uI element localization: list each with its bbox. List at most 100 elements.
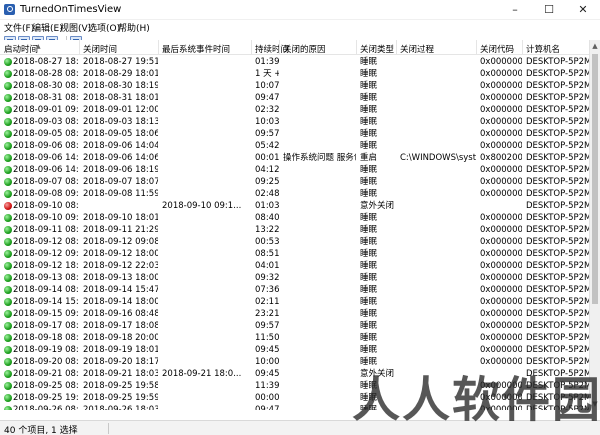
cell-end-time: 2018-09-12 18:00:58 [83, 249, 158, 259]
table-row[interactable]: 2018-09-03 08:10:56 2018-09-03 18:13:59 10… [0, 116, 589, 128]
status-green-icon [4, 310, 12, 318]
menu-file[interactable]: 文件(F) [4, 21, 34, 34]
cell-duration: 10:00:41 [255, 357, 279, 367]
cell-code: 0x00000000 [480, 117, 522, 127]
cell-last-event [162, 80, 251, 92]
cell-process [400, 260, 476, 272]
column-divider[interactable] [251, 40, 252, 55]
status-green-icon [4, 394, 12, 402]
close-icon[interactable]: ✕ [566, 0, 600, 20]
column-divider[interactable] [476, 40, 477, 55]
table-row[interactable]: 2018-09-06 08:21:14 2018-09-06 14:04:09 05… [0, 140, 589, 152]
table-row[interactable]: 2018-09-12 18:01:47 2018-09-12 22:03:14 04… [0, 260, 589, 272]
status-green-icon [4, 274, 12, 282]
table-row[interactable]: 2018-09-17 08:11:17 2018-09-17 18:08:33 09… [0, 320, 589, 332]
header-reason[interactable]: 关闭的原因 [283, 43, 326, 55]
status-green-icon [4, 190, 12, 198]
table-row[interactable]: 2018-08-27 18:11:40 2018-08-27 19:51:16 01… [0, 56, 589, 68]
cell-code: 0x00000000 [480, 165, 522, 175]
cell-end-time: 2018-08-31 18:01:13 [83, 93, 158, 103]
cell-end-time: 2018-09-25 19:59:56 [83, 393, 158, 403]
cell-type: 睡眠 [360, 81, 378, 91]
table-row[interactable]: 2018-09-06 14:04:42 2018-09-06 14:06:39 00… [0, 152, 589, 164]
table-row[interactable]: 2018-09-05 08:09:14 2018-09-05 18:06:23 09… [0, 128, 589, 140]
table-row[interactable]: 2018-09-07 08:41:43 2018-09-07 18:07:39 09… [0, 176, 589, 188]
cell-type: 睡眠 [360, 321, 378, 331]
cell-end-time: 2018-09-18 20:00:51 [83, 333, 158, 343]
table-row[interactable]: 2018-09-14 08:11:54 2018-09-14 15:47:59 07… [0, 284, 589, 296]
table-row[interactable]: 2018-09-10 08:16:11 2018-09-10 09:1... 01:… [0, 200, 589, 212]
table-row[interactable]: 2018-09-12 08:15:18 2018-09-12 09:08:53 00… [0, 236, 589, 248]
status-green-icon [4, 358, 12, 366]
header-last-event[interactable]: 最后系统事件时间 [162, 43, 230, 55]
table-row[interactable]: 2018-09-18 08:10:20 2018-09-18 20:00:51 11… [0, 332, 589, 344]
cell-start-time: 2018-09-12 09:09:20 [13, 249, 79, 259]
cell-code: 0x80020010 [480, 153, 522, 163]
vertical-scrollbar[interactable]: ▲ ▼ [589, 40, 600, 410]
column-divider[interactable] [79, 40, 80, 55]
scrollbar-thumb[interactable] [592, 54, 598, 304]
table-row[interactable]: 2018-09-20 08:17:54 2018-09-20 18:17:35 10… [0, 356, 589, 368]
header-end-time[interactable]: 关闭时间 [83, 43, 117, 55]
table-row[interactable]: 2018-08-28 08:09:07 2018-08-29 18:01:04 1 … [0, 68, 589, 80]
table-row[interactable]: 2018-09-08 09:11:37 2018-09-08 11:59:57 02… [0, 188, 589, 200]
cell-computer: DESKTOP-5P2M260 [526, 57, 589, 67]
cell-code: 0x00000000 [480, 285, 522, 295]
cell-end-time: 2018-09-17 18:08:33 [83, 321, 158, 331]
table-row[interactable]: 2018-09-10 09:20:56 2018-09-10 18:01:48 08… [0, 212, 589, 224]
event-list[interactable]: 启动时间 ▲ 关闭时间 最后系统事件时间 持续时间 关闭的原因 关闭类型 关闭过… [0, 40, 589, 410]
status-green-icon [4, 298, 12, 306]
cell-duration: 09:25:56 [255, 177, 279, 187]
cell-duration: 09:45:44 [255, 369, 279, 379]
cell-code: 0x00000000 [480, 177, 522, 187]
header-type[interactable]: 关闭类型 [360, 43, 394, 55]
status-green-icon [4, 106, 12, 114]
table-row[interactable]: 2018-09-11 08:07:15 2018-09-11 21:29:27 13… [0, 224, 589, 236]
cell-type: 睡眠 [360, 213, 378, 223]
menu-view[interactable]: 视图(V) [60, 21, 91, 34]
table-row[interactable]: 2018-08-31 08:14:12 2018-08-31 18:01:13 09… [0, 92, 589, 104]
cell-duration: 07:36:05 [255, 285, 279, 295]
minimize-icon[interactable]: – [498, 0, 532, 20]
table-row[interactable]: 2018-09-14 15:48:40 2018-09-14 18:00:12 02… [0, 296, 589, 308]
cell-duration: 09:57:16 [255, 321, 279, 331]
table-row[interactable]: 2018-09-13 08:28:02 2018-09-13 18:00:48 09… [0, 272, 589, 284]
status-green-icon [4, 262, 12, 270]
header-computer[interactable]: 计算机名 [526, 43, 560, 55]
sort-ascending-icon: ▲ [36, 43, 41, 50]
table-row[interactable]: 2018-09-12 09:09:20 2018-09-12 18:00:58 08… [0, 248, 589, 260]
table-row[interactable]: 2018-08-30 08:12:26 2018-08-30 18:19:47 10… [0, 80, 589, 92]
cell-process [400, 356, 476, 368]
cell-last-event [162, 116, 251, 128]
watermark: 人人软件园 [352, 372, 600, 428]
cell-last-event [162, 152, 251, 164]
column-divider[interactable] [522, 40, 523, 55]
table-row[interactable]: 2018-09-15 09:27:02 2018-09-16 08:48:53 23… [0, 308, 589, 320]
cell-start-time: 2018-09-10 09:20:56 [13, 213, 79, 223]
menu-help[interactable]: 帮助(H) [118, 21, 150, 34]
table-row[interactable]: 2018-09-01 09:28:17 2018-09-01 12:00:47 02… [0, 104, 589, 116]
header-start-time[interactable]: 启动时间 [4, 43, 38, 55]
header-process[interactable]: 关闭过程 [400, 43, 434, 55]
cell-type: 睡眠 [360, 105, 378, 115]
cell-process [400, 332, 476, 344]
cell-start-time: 2018-09-12 18:01:47 [13, 261, 79, 271]
cell-computer: DESKTOP-5P2M260 [526, 273, 589, 283]
column-divider[interactable] [396, 40, 397, 55]
cell-last-event [162, 272, 251, 284]
menu-options[interactable]: 选项(O) [88, 21, 120, 34]
menu-edit[interactable]: 编辑(E) [32, 21, 63, 34]
maximize-icon[interactable]: ☐ [532, 0, 566, 20]
cell-duration: 01:03:37 [255, 201, 279, 211]
cell-reason [283, 164, 356, 176]
column-divider[interactable] [158, 40, 159, 55]
scroll-up-icon[interactable]: ▲ [590, 40, 600, 52]
table-row[interactable]: 2018-09-19 08:15:45 2018-09-19 18:01:12 09… [0, 344, 589, 356]
cell-reason: 操作系统问题 服务包 ( [283, 153, 356, 163]
cell-last-event [162, 392, 251, 404]
cell-duration: 01:39:36 [255, 57, 279, 67]
table-row[interactable]: 2018-09-06 14:07:07 2018-09-06 18:19:07 04… [0, 164, 589, 176]
column-divider[interactable] [356, 40, 357, 55]
header-code[interactable]: 关闭代码 [480, 43, 514, 55]
column-divider[interactable] [279, 40, 280, 55]
